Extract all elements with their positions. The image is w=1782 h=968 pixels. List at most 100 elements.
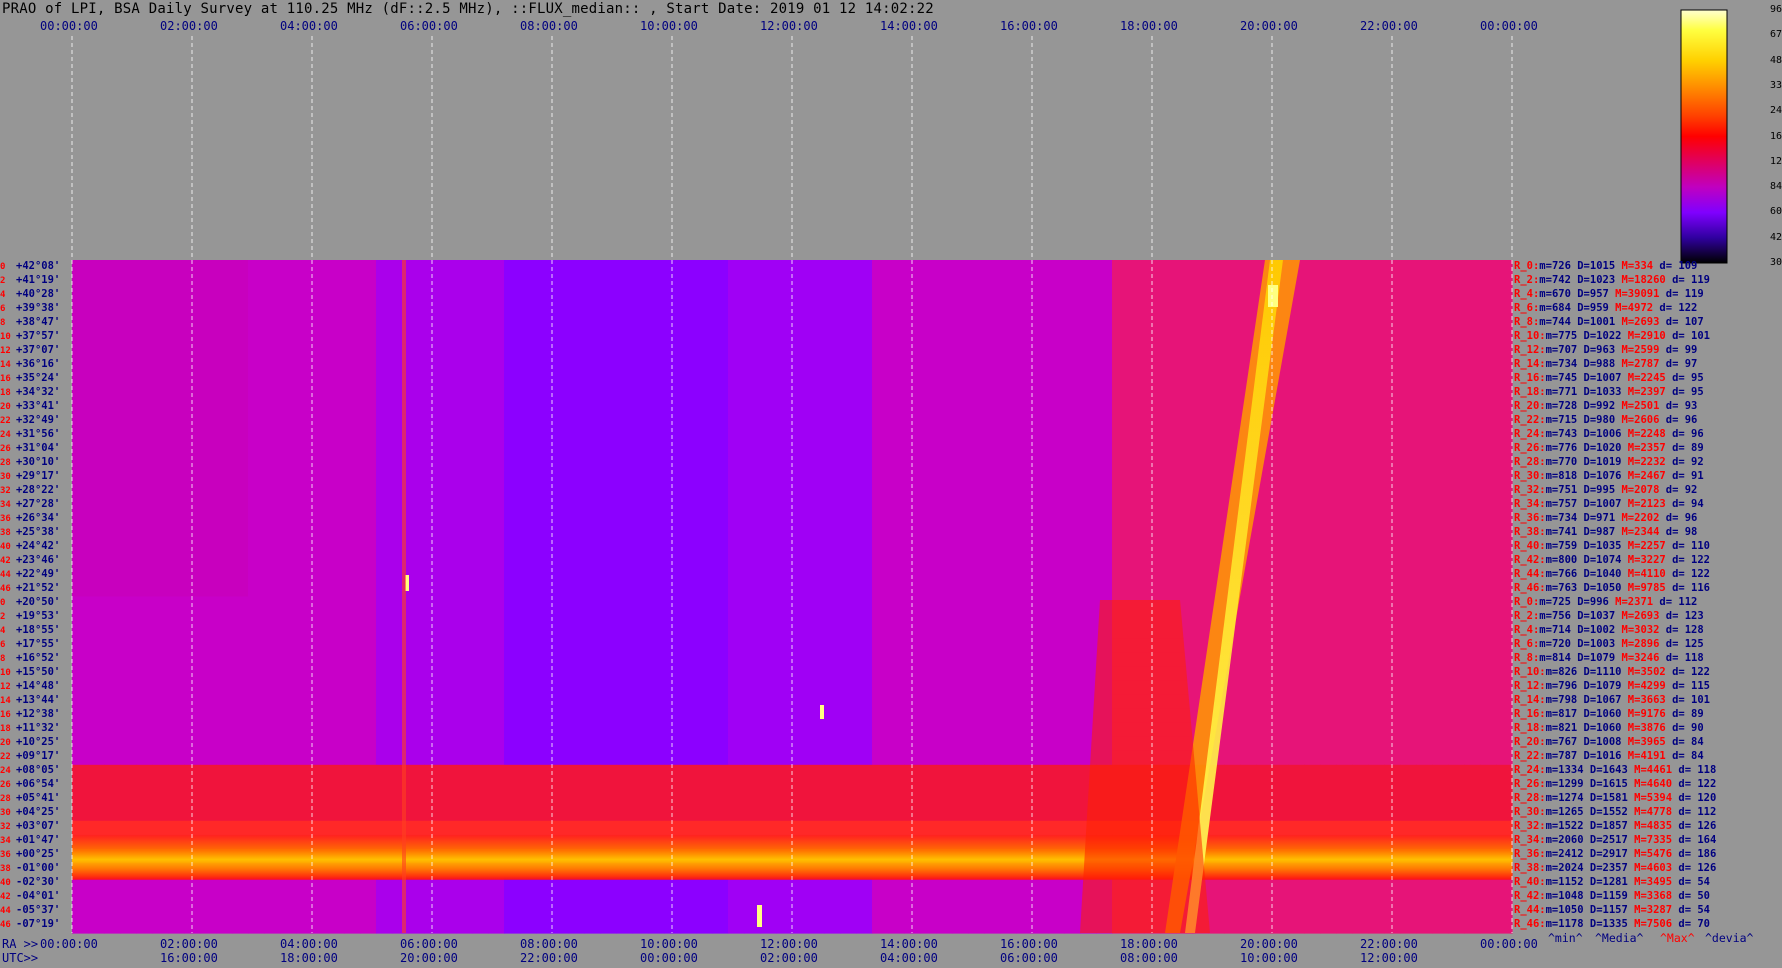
heatmap-cell	[1048, 919, 1065, 934]
heatmap-cell	[920, 905, 937, 920]
row-stat-field: R_22:	[1514, 750, 1546, 763]
heatmap-cell	[936, 680, 953, 696]
heatmap-cell	[1480, 722, 1497, 738]
heatmap-cell	[1400, 638, 1417, 654]
declination-value: +35°24'	[16, 371, 61, 384]
heatmap-cell	[120, 274, 137, 289]
heatmap-cell	[72, 526, 89, 541]
heatmap-cell	[408, 512, 425, 527]
heatmap-cell	[952, 596, 969, 612]
heatmap-cell	[376, 694, 393, 710]
heatmap-cell	[728, 498, 745, 513]
heatmap-cell	[776, 288, 793, 303]
heatmap-cell	[472, 428, 489, 443]
heatmap-cell	[776, 540, 793, 555]
heatmap-cell	[200, 722, 217, 738]
heatmap-cell	[104, 638, 121, 654]
declination-value: +27°28'	[16, 497, 61, 510]
heatmap-cell	[744, 638, 761, 654]
row-stat-field: R_32:	[1514, 483, 1546, 496]
heatmap-cell	[392, 456, 409, 471]
colorbar-tick-label: 424.3	[1770, 231, 1782, 243]
heatmap-cell	[872, 708, 889, 724]
heatmap-cell	[1304, 652, 1321, 668]
heatmap-cell	[1496, 344, 1513, 359]
declination-index: 32	[0, 822, 11, 833]
heatmap-cell	[888, 666, 905, 682]
heatmap-cell	[104, 919, 121, 934]
heatmap-cell	[536, 919, 553, 934]
heatmap-cell	[1176, 414, 1193, 429]
heatmap-cell	[488, 582, 505, 598]
heatmap-cell	[216, 484, 233, 499]
row-stat: R_10:m=826 D=1110 M=3502 d= 122	[1514, 667, 1710, 678]
heatmap-cell	[760, 694, 777, 710]
heatmap-cell	[440, 498, 457, 513]
heatmap-cell	[520, 820, 537, 836]
heatmap-cell	[1000, 540, 1017, 555]
row-stat: R_26:m=776 D=1020 M=2357 d= 89	[1514, 441, 1704, 454]
heatmap-cell	[200, 400, 217, 415]
heatmap-cell	[1096, 456, 1113, 471]
heatmap-cell	[1480, 330, 1497, 345]
declination-label: 34 +01°47'	[0, 835, 60, 847]
heatmap-cell	[536, 414, 553, 429]
heatmap-cell	[808, 372, 825, 387]
heatmap-cell	[312, 680, 329, 696]
heatmap-cell	[376, 596, 393, 612]
heatmap-cell	[1432, 764, 1449, 780]
declination-label: 36 +00°25'	[0, 849, 60, 861]
heatmap-cell	[328, 554, 345, 569]
heatmap-cell	[696, 512, 713, 527]
heatmap-cell	[824, 260, 841, 275]
heatmap-cell	[712, 540, 729, 555]
heatmap-cell	[344, 260, 361, 275]
heatmap-cell	[856, 470, 873, 485]
heatmap-cell	[840, 344, 857, 359]
heatmap-cell	[264, 414, 281, 429]
heatmap-cell	[1272, 806, 1289, 822]
heatmap-cell	[232, 554, 249, 569]
heatmap-cell	[1080, 372, 1097, 387]
heatmap-cell	[1128, 288, 1145, 303]
heatmap-cell	[776, 372, 793, 387]
row-stat-field: m=776	[1545, 441, 1578, 454]
heatmap-cell	[1112, 400, 1129, 415]
heatmap-cell	[520, 638, 537, 654]
heatmap-cell	[1368, 386, 1385, 401]
heatmap-cell	[920, 484, 937, 499]
heatmap-cell	[168, 316, 185, 331]
row-stat-field: m=787	[1545, 750, 1578, 763]
heatmap-cell	[696, 638, 713, 654]
heatmap-cell	[1304, 330, 1321, 345]
row-stat: R_22:m=715 D=980 M=2606 d= 96	[1514, 414, 1697, 426]
heatmap-cell	[264, 820, 281, 836]
heatmap-cell	[856, 624, 873, 640]
heatmap-cell	[344, 512, 361, 527]
heatmap-cell	[120, 694, 137, 710]
heatmap-cell	[216, 400, 233, 415]
heatmap-cell	[456, 624, 473, 640]
heatmap-cell	[920, 666, 937, 682]
heatmap-cell	[1432, 694, 1449, 710]
heatmap-cell	[1400, 470, 1417, 485]
heatmap-cell	[1032, 470, 1049, 485]
row-stat-field: M=4603	[1627, 862, 1673, 875]
heatmap-cell	[1448, 554, 1465, 569]
heatmap-cell	[376, 624, 393, 640]
heatmap-cell	[984, 890, 1001, 906]
heatmap-cell	[456, 456, 473, 471]
heatmap-cell	[1480, 610, 1497, 626]
heatmap-cell	[456, 610, 473, 626]
heatmap-cell	[1320, 680, 1337, 696]
heatmap-cell	[1128, 526, 1145, 541]
row-stat-field: d= 96	[1659, 511, 1698, 524]
heatmap-cell	[616, 372, 633, 387]
heatmap-cell	[584, 554, 601, 569]
heatmap-cell	[344, 722, 361, 738]
heatmap-cell	[968, 344, 985, 359]
row-stat-field: M=4640	[1627, 778, 1673, 791]
heatmap-cell	[280, 400, 297, 415]
heatmap-cell	[392, 624, 409, 640]
heatmap-cell	[1032, 750, 1049, 766]
